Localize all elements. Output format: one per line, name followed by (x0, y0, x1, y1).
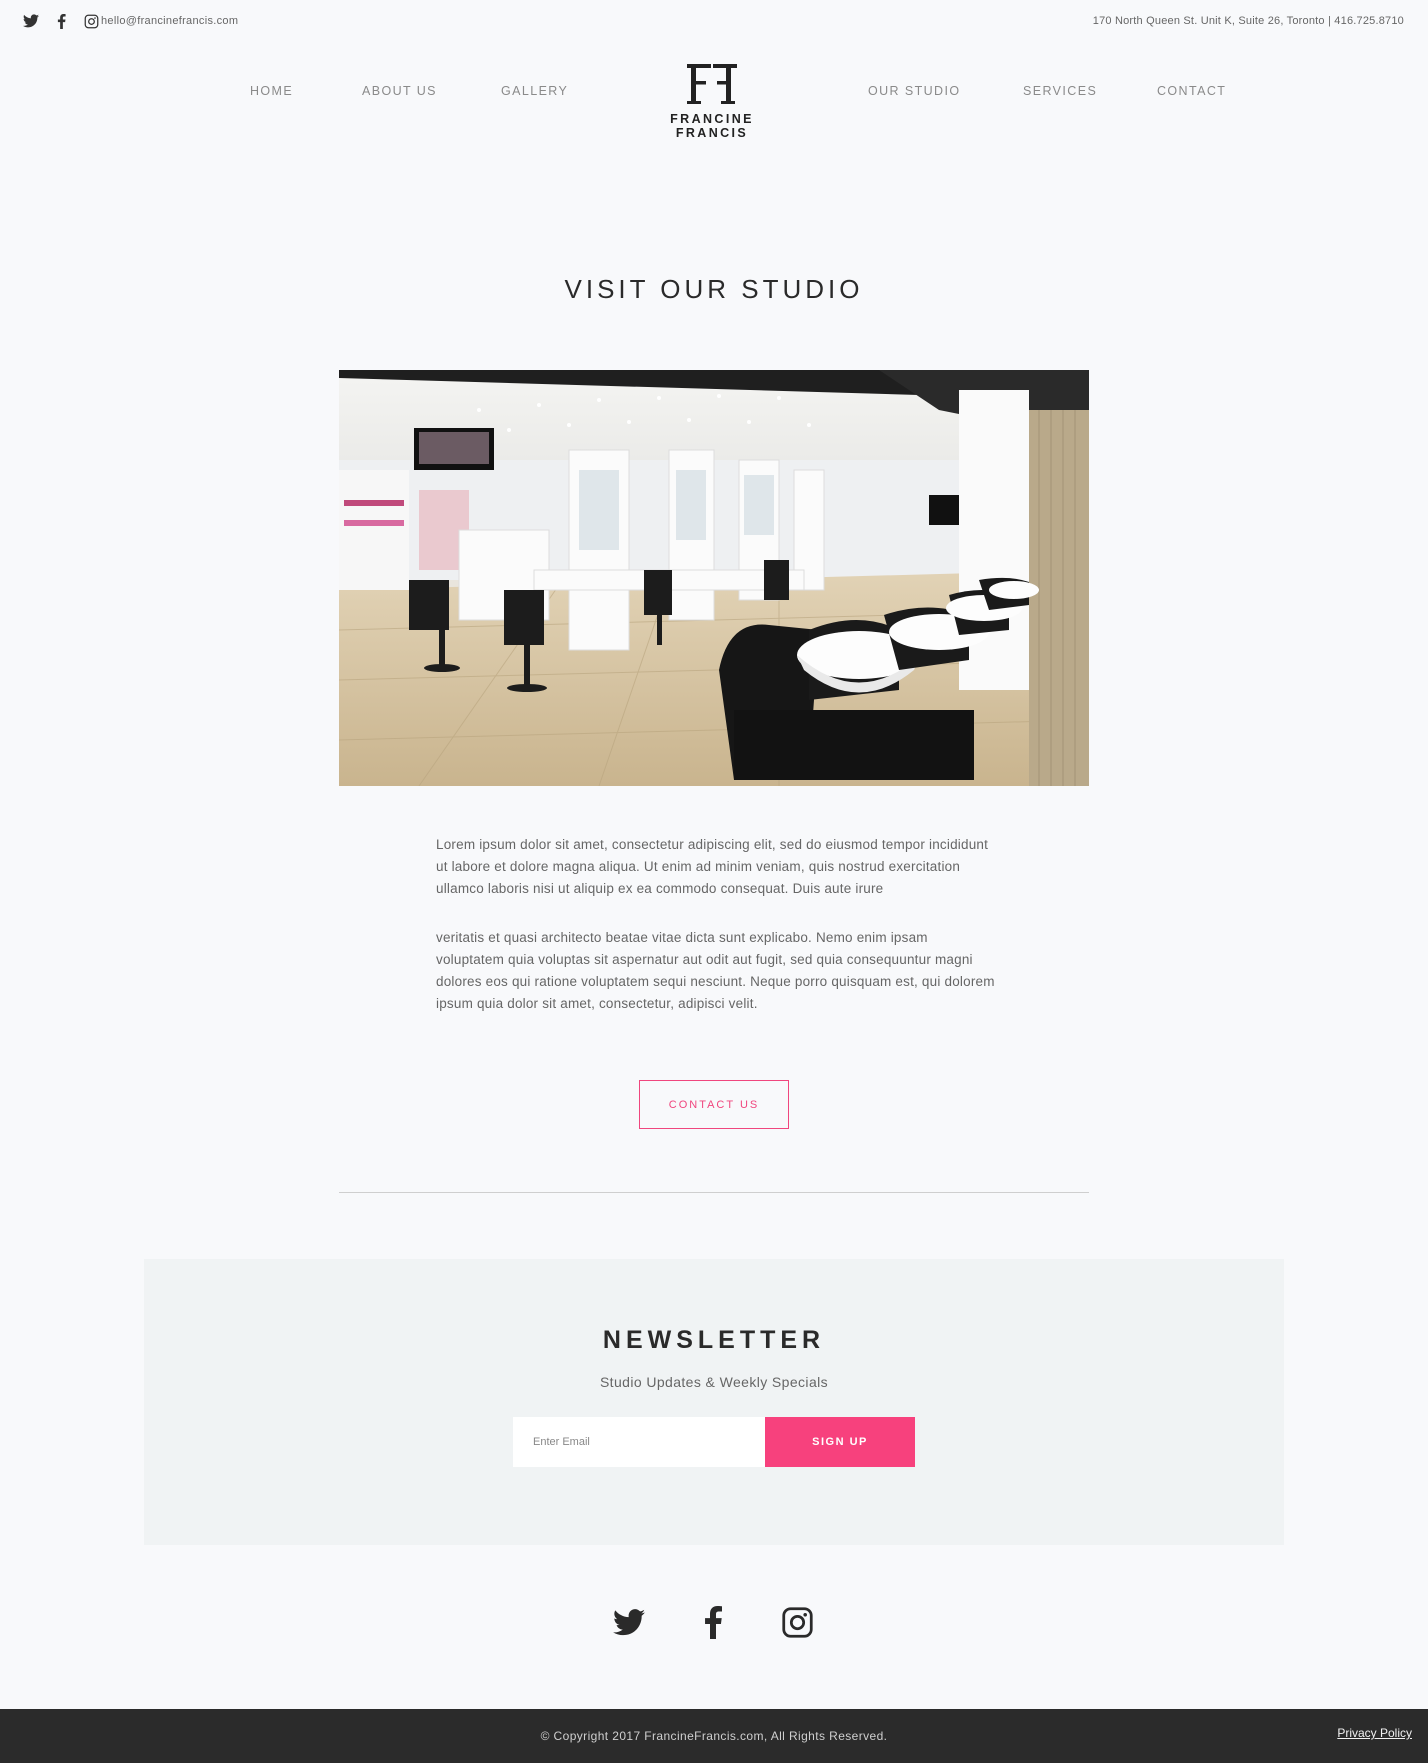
nav-services[interactable]: SERVICES (1023, 84, 1097, 98)
section-divider (339, 1192, 1089, 1193)
nav-about-us[interactable]: ABOUT US (362, 84, 437, 98)
twitter-icon[interactable] (612, 1605, 646, 1639)
facebook-icon[interactable] (52, 12, 70, 30)
newsletter-section: NEWSLETTER Studio Updates & Weekly Speci… (144, 1259, 1284, 1545)
footer-social-links (612, 1605, 814, 1639)
newsletter-title: NEWSLETTER (602, 1326, 826, 1354)
sign-up-button[interactable]: SIGN UP (765, 1417, 915, 1467)
nav-contact[interactable]: CONTACT (1157, 84, 1226, 98)
contact-us-button[interactable]: CONTACT US (639, 1080, 789, 1129)
logo-text: FRANCINE FRANCIS (670, 112, 754, 140)
email-link[interactable]: hello@francinefrancis.com (101, 15, 238, 27)
section-title: VISIT OUR STUDIO (564, 274, 864, 304)
instagram-icon[interactable] (780, 1605, 814, 1639)
facebook-icon[interactable] (696, 1605, 730, 1639)
ff-monogram-icon (687, 64, 737, 104)
twitter-icon[interactable] (22, 12, 40, 30)
top-bar: hello@francinefrancis.com 170 North Quee… (0, 0, 1428, 44)
studio-paragraph-2: veritatis et quasi architecto beatae vit… (436, 930, 995, 1011)
nav-our-studio[interactable]: OUR STUDIO (868, 84, 960, 98)
site-logo[interactable]: FRANCINE FRANCIS (632, 62, 792, 140)
address-phone: 170 North Queen St. Unit K, Suite 26, To… (1092, 15, 1404, 27)
studio-paragraph-1: Lorem ipsum dolor sit amet, consectetur … (436, 837, 989, 896)
nav-home[interactable]: HOME (250, 84, 293, 98)
studio-photo (339, 370, 1089, 786)
top-social-links (22, 12, 100, 30)
privacy-policy-link[interactable]: Privacy Policy (1337, 1726, 1412, 1740)
nav-gallery[interactable]: GALLERY (501, 84, 568, 98)
instagram-icon[interactable] (82, 12, 100, 30)
copyright-text: © Copyright 2017 FrancineFrancis.com, Al… (540, 1729, 888, 1743)
email-input[interactable] (513, 1417, 765, 1467)
newsletter-subtitle: Studio Updates & Weekly Specials (599, 1374, 829, 1390)
footer: © Copyright 2017 FrancineFrancis.com, Al… (0, 1709, 1428, 1763)
